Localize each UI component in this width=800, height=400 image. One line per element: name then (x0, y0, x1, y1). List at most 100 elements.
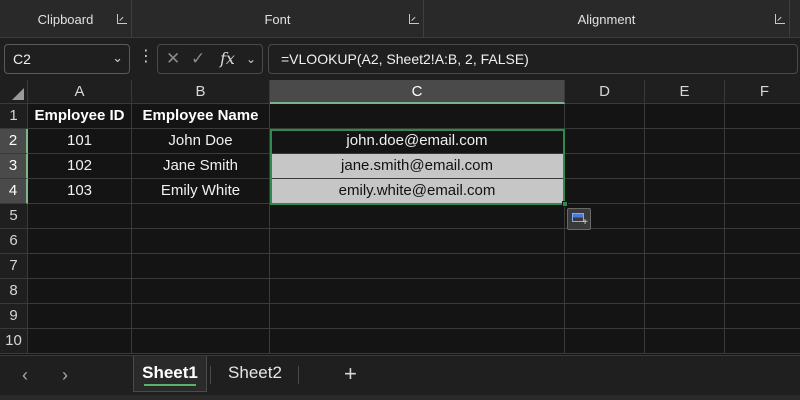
enter-icon[interactable]: ✓ (191, 49, 205, 69)
horizontal-scrollbar[interactable] (0, 395, 800, 400)
chevron-down-icon[interactable]: ⌄ (112, 50, 123, 66)
row-header-3[interactable]: 3 (0, 154, 28, 179)
dialog-launcher-icon[interactable] (775, 14, 785, 24)
cell-b8[interactable] (132, 279, 270, 304)
ribbon-group-clipboard: Clipboard (0, 0, 132, 38)
row-header-5[interactable]: 5 (0, 204, 28, 229)
cell-f10[interactable] (725, 329, 800, 354)
add-sheet-icon[interactable]: + (344, 361, 357, 387)
cell-d3[interactable] (565, 154, 645, 179)
cell-a5[interactable] (28, 204, 132, 229)
cell-e8[interactable] (645, 279, 725, 304)
cell-b1[interactable]: Employee Name (132, 104, 270, 129)
cell-e3[interactable] (645, 154, 725, 179)
cell-f8[interactable] (725, 279, 800, 304)
cell-c7[interactable] (270, 254, 565, 279)
tab-sheet2[interactable]: Sheet2 (214, 356, 296, 392)
cell-c5[interactable] (270, 204, 565, 229)
cell-a7[interactable] (28, 254, 132, 279)
cell-f2[interactable] (725, 129, 800, 154)
row-header-10[interactable]: 10 (0, 329, 28, 354)
cell-e5[interactable] (645, 204, 725, 229)
row-header-6[interactable]: 6 (0, 229, 28, 254)
fill-handle[interactable] (562, 201, 568, 207)
cell-c3[interactable]: jane.smith@email.com (270, 154, 565, 179)
cell-a8[interactable] (28, 279, 132, 304)
cell-f5[interactable] (725, 204, 800, 229)
row-header-8[interactable]: 8 (0, 279, 28, 304)
cell-f7[interactable] (725, 254, 800, 279)
cell-b9[interactable] (132, 304, 270, 329)
cell-c6[interactable] (270, 229, 565, 254)
cell-b7[interactable] (132, 254, 270, 279)
cell-a10[interactable] (28, 329, 132, 354)
cell-a4[interactable]: 103 (28, 179, 132, 204)
cell-a1[interactable]: Employee ID (28, 104, 132, 129)
select-all-button[interactable] (0, 80, 28, 104)
row-header-2[interactable]: 2 (0, 129, 28, 154)
cell-a2[interactable]: 101 (28, 129, 132, 154)
name-box[interactable]: C2 ⌄ (4, 44, 130, 74)
tab-divider (210, 366, 211, 384)
cell-a9[interactable] (28, 304, 132, 329)
cell-f3[interactable] (725, 154, 800, 179)
column-header-b[interactable]: B (132, 80, 270, 104)
chevron-down-icon[interactable]: ⌄ (246, 52, 256, 66)
cell-e7[interactable] (645, 254, 725, 279)
cell-b4[interactable]: Emily White (132, 179, 270, 204)
cell-c4[interactable]: emily.white@email.com (270, 179, 565, 204)
column-header-f[interactable]: F (725, 80, 800, 104)
tab-divider (298, 366, 299, 384)
formula-input[interactable]: =VLOOKUP(A2, Sheet2!A:B, 2, FALSE) (268, 44, 798, 74)
row-header-1[interactable]: 1 (0, 104, 28, 129)
cell-d9[interactable] (565, 304, 645, 329)
cell-b10[interactable] (132, 329, 270, 354)
cell-e1[interactable] (645, 104, 725, 129)
ribbon-group-label: Font (264, 12, 291, 27)
cell-d1[interactable] (565, 104, 645, 129)
cell-c2[interactable]: john.doe@email.com (270, 129, 565, 154)
cell-f6[interactable] (725, 229, 800, 254)
cell-b5[interactable] (132, 204, 270, 229)
cell-f9[interactable] (725, 304, 800, 329)
cell-e9[interactable] (645, 304, 725, 329)
cell-a3[interactable]: 102 (28, 154, 132, 179)
cell-c9[interactable] (270, 304, 565, 329)
spreadsheet-grid[interactable]: A B C D E F 1 2 3 4 5 6 7 8 9 10 Employe… (0, 80, 800, 355)
cell-d10[interactable] (565, 329, 645, 354)
more-options-icon[interactable]: ⋮ (138, 47, 154, 67)
cell-b2[interactable]: John Doe (132, 129, 270, 154)
column-header-c[interactable]: C (270, 80, 565, 104)
cell-d2[interactable] (565, 129, 645, 154)
row-header-9[interactable]: 9 (0, 304, 28, 329)
cell-e6[interactable] (645, 229, 725, 254)
chevron-left-icon[interactable]: ‹ (22, 365, 28, 386)
cell-d4[interactable] (565, 179, 645, 204)
cell-b6[interactable] (132, 229, 270, 254)
cell-c10[interactable] (270, 329, 565, 354)
insert-function-icon[interactable]: fx (220, 49, 235, 68)
cell-a6[interactable] (28, 229, 132, 254)
column-header-e[interactable]: E (645, 80, 725, 104)
chevron-right-icon[interactable]: › (62, 365, 68, 386)
dialog-launcher-icon[interactable] (409, 14, 419, 24)
cell-c8[interactable] (270, 279, 565, 304)
cell-f1[interactable] (725, 104, 800, 129)
dialog-launcher-icon[interactable] (117, 14, 127, 24)
cell-e2[interactable] (645, 129, 725, 154)
cell-d7[interactable] (565, 254, 645, 279)
cell-d8[interactable] (565, 279, 645, 304)
cell-e10[interactable] (645, 329, 725, 354)
cell-d6[interactable] (565, 229, 645, 254)
cell-b3[interactable]: Jane Smith (132, 154, 270, 179)
tab-sheet1[interactable]: Sheet1 (133, 356, 207, 392)
column-header-a[interactable]: A (28, 80, 132, 104)
quick-analysis-icon[interactable]: + (567, 208, 591, 230)
row-header-4[interactable]: 4 (0, 179, 28, 204)
cell-e4[interactable] (645, 179, 725, 204)
cell-c1[interactable] (270, 104, 565, 129)
column-header-d[interactable]: D (565, 80, 645, 104)
cell-f4[interactable] (725, 179, 800, 204)
row-header-7[interactable]: 7 (0, 254, 28, 279)
cancel-icon[interactable]: ✕ (166, 49, 180, 69)
